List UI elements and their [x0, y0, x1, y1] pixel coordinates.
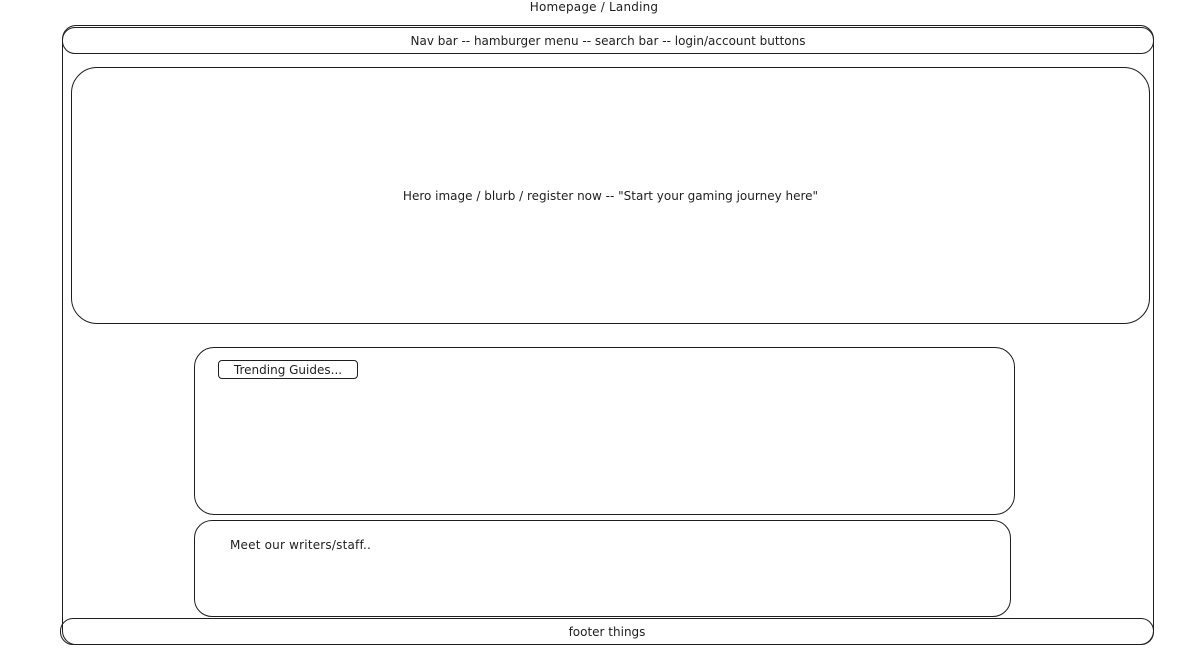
nav-bar-label: Nav bar -- hamburger menu -- search bar …: [410, 33, 806, 48]
hero-section: Hero image / blurb / register now -- "St…: [71, 67, 1150, 324]
trending-guides-label: Trending Guides...: [233, 362, 343, 377]
nav-bar: Nav bar -- hamburger menu -- search bar …: [62, 27, 1154, 54]
writers-label: Meet our writers/staff..: [230, 538, 372, 552]
hero-label: Hero image / blurb / register now -- "St…: [402, 188, 819, 203]
trending-guides-tag: Trending Guides...: [218, 360, 358, 379]
writers-section: [194, 520, 1011, 617]
footer-label: footer things: [568, 624, 646, 639]
footer: footer things: [60, 618, 1154, 645]
page-title: Homepage / Landing: [529, 0, 659, 14]
